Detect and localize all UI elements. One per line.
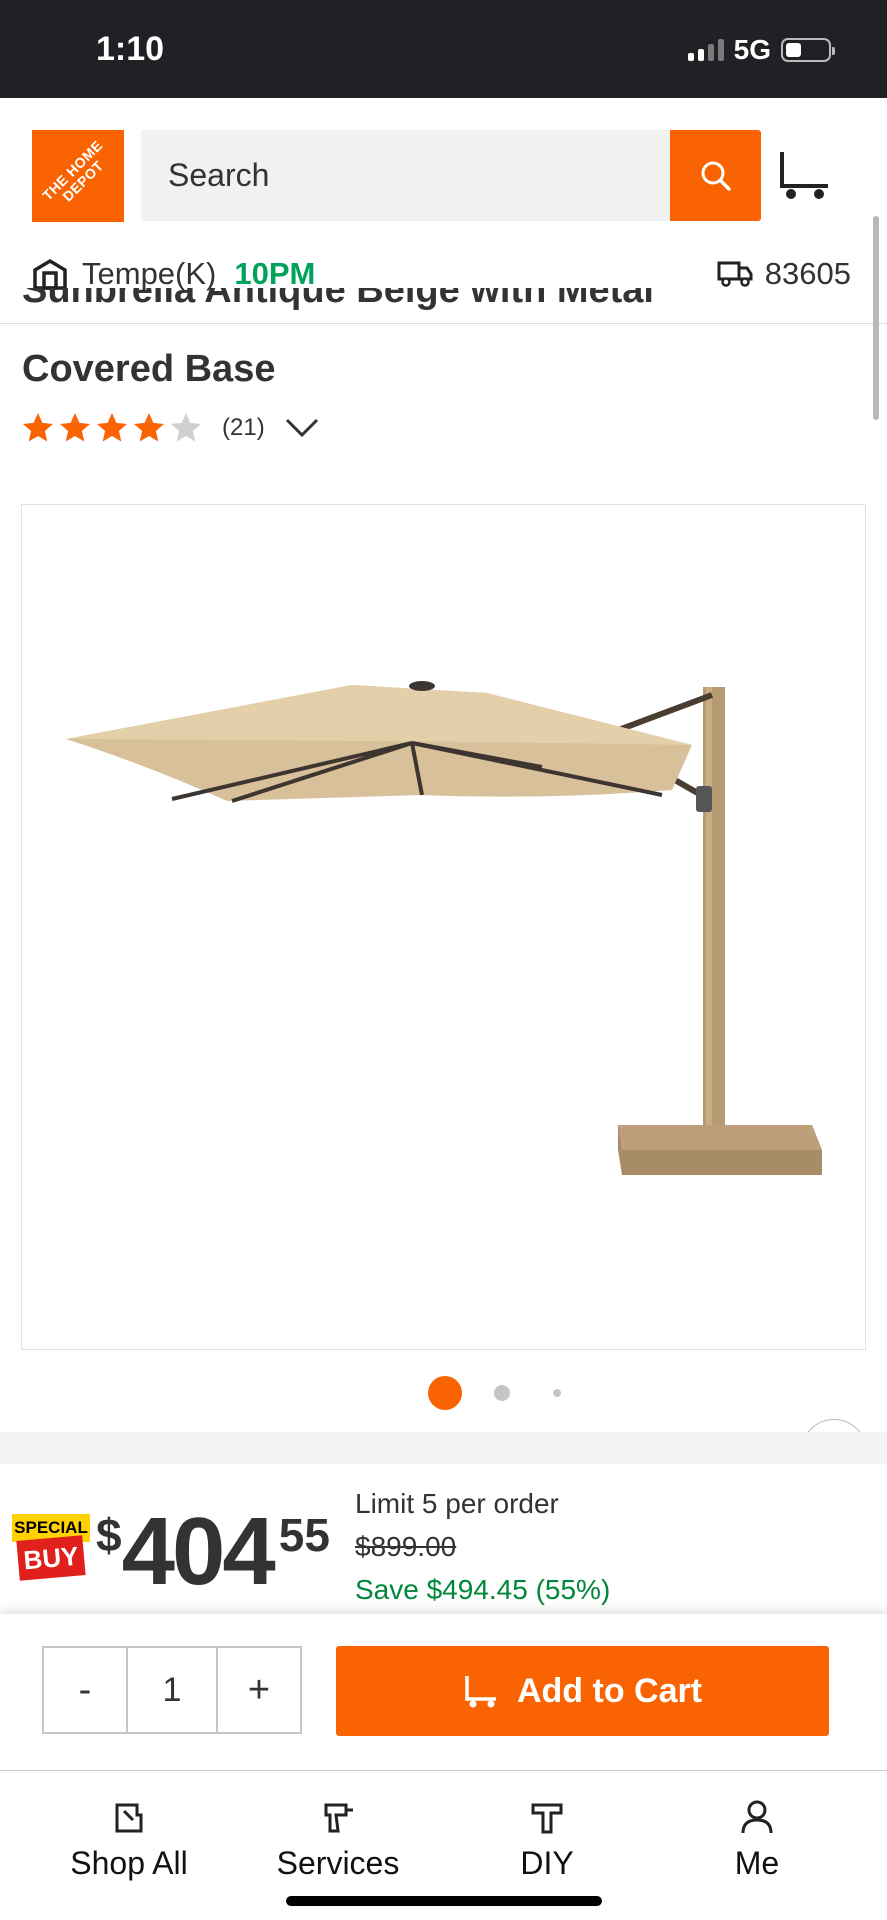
store-hours: 10PM bbox=[234, 256, 316, 291]
diy-hammer-icon bbox=[531, 1803, 563, 1834]
cart-icon bbox=[465, 1676, 496, 1708]
price-cents: 55 bbox=[278, 1509, 330, 1561]
rating-summary[interactable]: (21) bbox=[20, 410, 319, 446]
carousel-dot[interactable] bbox=[494, 1385, 510, 1401]
was-price: $899.00 bbox=[355, 1531, 457, 1562]
star-filled-icon bbox=[97, 413, 127, 442]
status-time: 1:10 bbox=[96, 30, 165, 68]
cart-icon[interactable] bbox=[778, 148, 832, 202]
product-image[interactable] bbox=[21, 504, 867, 1485]
star-empty-icon bbox=[171, 413, 201, 442]
nav-me[interactable]: Me bbox=[667, 1799, 847, 1882]
review-count: (21) bbox=[222, 414, 265, 441]
nav-diy[interactable]: DIY bbox=[457, 1799, 637, 1882]
nav-services[interactable]: Services bbox=[248, 1799, 428, 1882]
price-details: Limit 5 per order $899.00 Save $494.45 (… bbox=[355, 1482, 610, 1611]
section-divider bbox=[0, 1432, 887, 1464]
current-price: $ 404 55 bbox=[96, 1504, 330, 1600]
star-filled-icon bbox=[23, 413, 53, 442]
product-title-line1-text: Sunbrella Antique Beige with Metal bbox=[22, 288, 654, 311]
store-name: Tempe(K) bbox=[82, 256, 217, 291]
star-filled-icon bbox=[60, 413, 90, 442]
search-bar bbox=[141, 130, 761, 221]
status-bar: 1:10 5G bbox=[0, 0, 887, 98]
quantity-value[interactable]: 1 bbox=[128, 1648, 218, 1732]
product-title-line1: Sunbrella Antique Beige with Metal bbox=[22, 288, 862, 326]
savings-text: Save $494.45 (55%) bbox=[355, 1574, 611, 1605]
store-selector[interactable]: Tempe(K) 10PM bbox=[32, 256, 315, 292]
add-to-cart-button[interactable]: Add to Cart bbox=[336, 1646, 829, 1736]
rating-stars bbox=[20, 410, 205, 446]
order-limit: Limit 5 per order bbox=[355, 1488, 559, 1519]
logo-text: THE HOME DEPOT bbox=[39, 137, 107, 205]
special-buy-badge: SPECIAL BUY bbox=[12, 1514, 92, 1584]
product-title-line2: Covered Base bbox=[22, 348, 276, 390]
home-depot-logo[interactable]: THE HOME DEPOT bbox=[32, 130, 124, 222]
search-icon bbox=[701, 161, 731, 191]
nav-label: Shop All bbox=[70, 1845, 188, 1881]
battery-icon bbox=[781, 38, 835, 62]
services-drill-icon bbox=[324, 1803, 353, 1833]
quantity-increase-button[interactable]: + bbox=[218, 1648, 300, 1732]
umbrella-image bbox=[66, 681, 822, 1175]
price-dollars: 404 bbox=[121, 1498, 276, 1605]
nav-label: DIY bbox=[520, 1845, 574, 1881]
scrollbar[interactable] bbox=[873, 216, 879, 420]
home-indicator[interactable] bbox=[286, 1896, 602, 1906]
nav-shop-all[interactable]: Shop All bbox=[39, 1799, 219, 1882]
status-indicators: 5G bbox=[687, 34, 835, 66]
nav-label: Services bbox=[276, 1845, 400, 1881]
carousel-dot-active[interactable] bbox=[428, 1376, 462, 1410]
delivery-zip[interactable]: 83605 bbox=[717, 256, 851, 292]
store-icon bbox=[33, 258, 67, 290]
search-input[interactable] bbox=[141, 130, 641, 221]
badge-bottom-text: BUY bbox=[16, 1535, 86, 1581]
nav-label: Me bbox=[734, 1845, 780, 1881]
chevron-down-icon[interactable] bbox=[285, 418, 319, 438]
carousel-dot[interactable] bbox=[553, 1389, 561, 1397]
image-carousel-dots bbox=[0, 1376, 887, 1410]
price-section: SPECIAL BUY $ 404 55 Limit 5 per order $… bbox=[0, 1464, 887, 1614]
quantity-stepper: - 1 + bbox=[42, 1646, 302, 1734]
add-to-cart-bar: - 1 + Add to Cart bbox=[0, 1614, 887, 1770]
search-button[interactable] bbox=[670, 130, 761, 221]
cellular-signal-icon bbox=[687, 39, 724, 61]
star-filled-icon bbox=[134, 413, 164, 442]
add-to-cart-label: Add to Cart bbox=[516, 1671, 703, 1710]
zip-code: 83605 bbox=[764, 256, 851, 291]
shop-all-icon bbox=[115, 1803, 143, 1833]
network-type: 5G bbox=[733, 34, 771, 65]
quantity-decrease-button[interactable]: - bbox=[44, 1648, 128, 1732]
me-person-icon bbox=[741, 1800, 773, 1834]
price-currency: $ bbox=[96, 1509, 122, 1561]
delivery-truck-icon bbox=[717, 261, 753, 287]
